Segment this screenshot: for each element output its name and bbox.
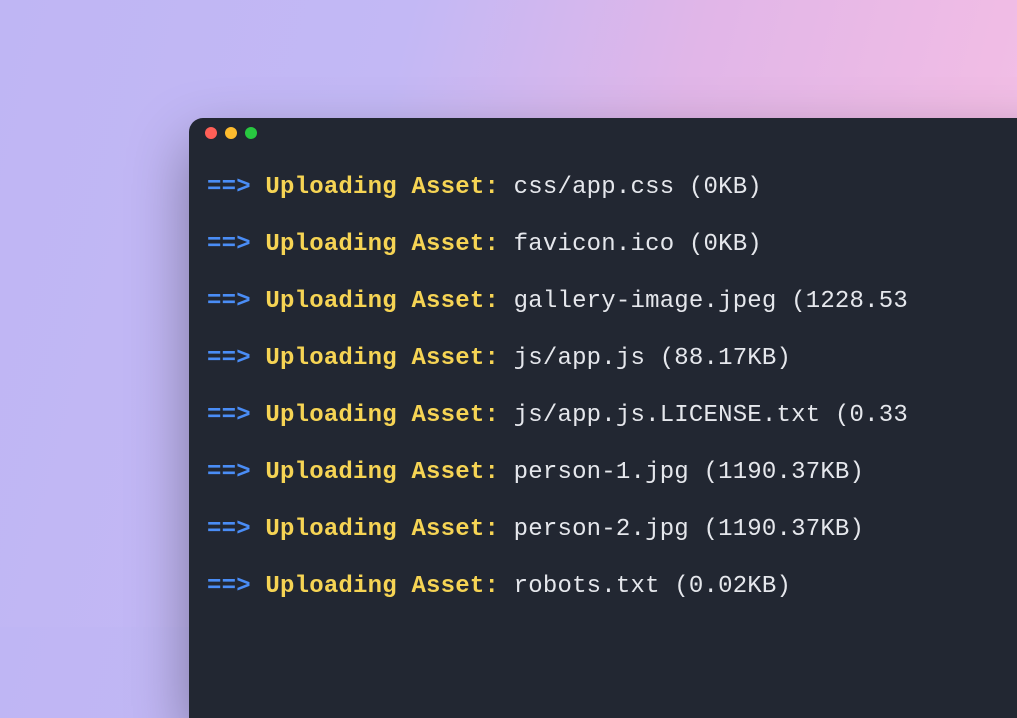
asset-value: favicon.ico (0KB) — [514, 231, 762, 258]
arrow-icon: ==> — [207, 402, 251, 429]
close-icon[interactable] — [205, 127, 217, 139]
asset-value: person-2.jpg (1190.37KB) — [514, 516, 864, 543]
arrow-icon: ==> — [207, 459, 251, 486]
upload-label: Uploading Asset: — [265, 288, 499, 315]
asset-value: css/app.css (0KB) — [514, 174, 762, 201]
asset-value: js/app.js (88.17KB) — [514, 345, 791, 372]
output-line: ==> Uploading Asset: js/app.js.LICENSE.t… — [207, 404, 1017, 428]
asset-value: person-1.jpg (1190.37KB) — [514, 459, 864, 486]
arrow-icon: ==> — [207, 573, 251, 600]
upload-label: Uploading Asset: — [265, 402, 499, 429]
output-line: ==> Uploading Asset: robots.txt (0.02KB) — [207, 575, 1017, 599]
output-line: ==> Uploading Asset: gallery-image.jpeg … — [207, 290, 1017, 314]
asset-value: gallery-image.jpeg (1228.53 — [514, 288, 908, 315]
output-line: ==> Uploading Asset: css/app.css (0KB) — [207, 176, 1017, 200]
terminal-window: nunomaduro@nunomaduro:~/Work/code/pla ==… — [189, 118, 1017, 718]
arrow-icon: ==> — [207, 516, 251, 543]
output-line: ==> Uploading Asset: favicon.ico (0KB) — [207, 233, 1017, 257]
minimize-icon[interactable] — [225, 127, 237, 139]
asset-value: js/app.js.LICENSE.txt (0.33 — [514, 402, 908, 429]
output-line: ==> Uploading Asset: js/app.js (88.17KB) — [207, 347, 1017, 371]
arrow-icon: ==> — [207, 345, 251, 372]
upload-label: Uploading Asset: — [265, 516, 499, 543]
terminal-output: ==> Uploading Asset: css/app.css (0KB) =… — [189, 148, 1017, 650]
output-line: ==> Uploading Asset: person-1.jpg (1190.… — [207, 461, 1017, 485]
upload-label: Uploading Asset: — [265, 459, 499, 486]
upload-label: Uploading Asset: — [265, 345, 499, 372]
upload-label: Uploading Asset: — [265, 573, 499, 600]
traffic-lights — [205, 127, 257, 139]
maximize-icon[interactable] — [245, 127, 257, 139]
arrow-icon: ==> — [207, 174, 251, 201]
asset-value: robots.txt (0.02KB) — [514, 573, 791, 600]
output-line: ==> Uploading Asset: person-2.jpg (1190.… — [207, 518, 1017, 542]
title-bar: nunomaduro@nunomaduro:~/Work/code/pla — [189, 118, 1017, 148]
arrow-icon: ==> — [207, 231, 251, 258]
upload-label: Uploading Asset: — [265, 174, 499, 201]
arrow-icon: ==> — [207, 288, 251, 315]
upload-label: Uploading Asset: — [265, 231, 499, 258]
